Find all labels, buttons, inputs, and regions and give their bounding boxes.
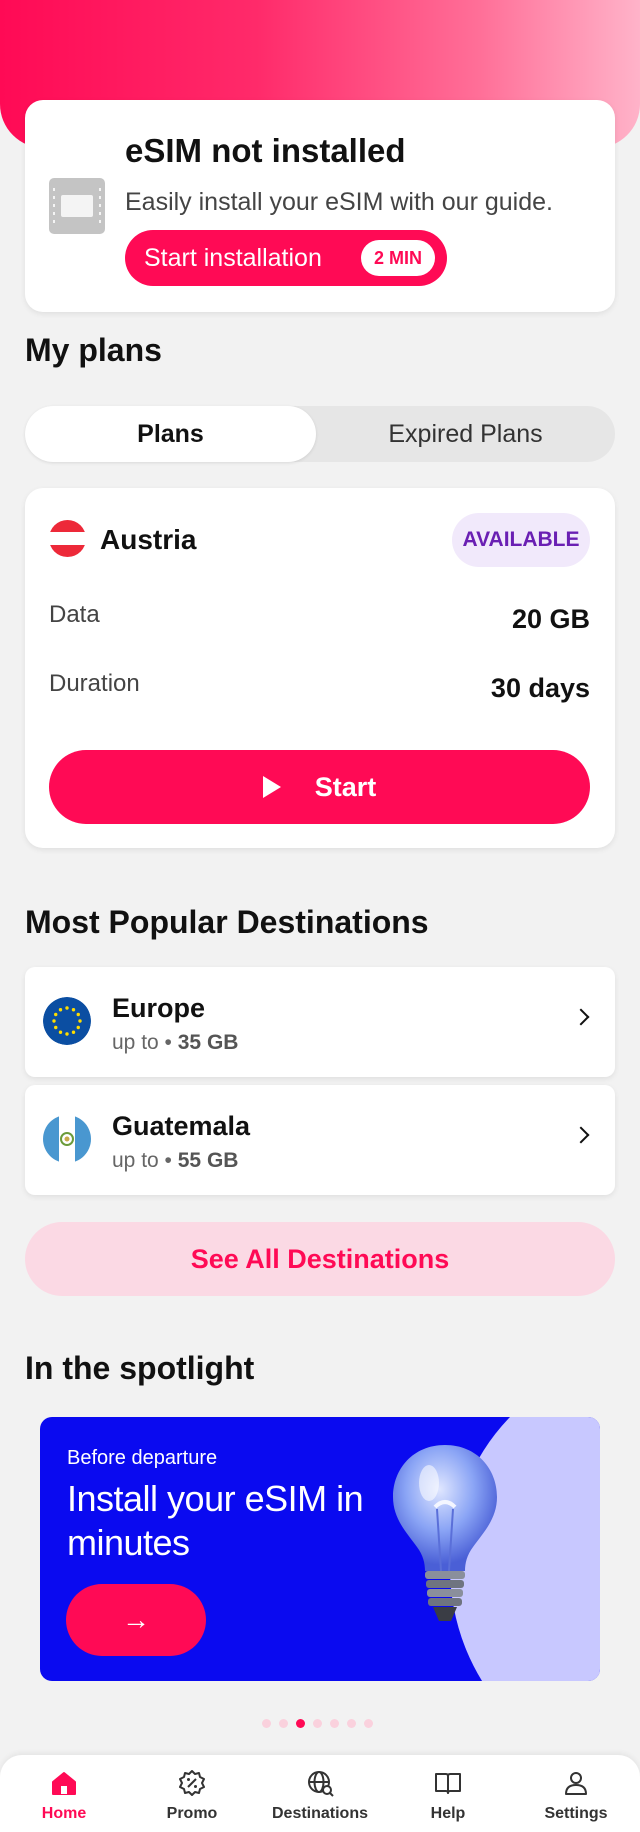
nav-promo[interactable]: Promo <box>128 1755 256 1832</box>
eu-star-icon <box>71 1008 76 1012</box>
destination-name: Guatemala <box>112 1111 251 1141</box>
status-badge: AVAILABLE <box>452 513 590 567</box>
pager-dot[interactable] <box>262 1719 271 1728</box>
destination-data-prefix: up to • <box>112 1149 172 1172</box>
app-screen: eSIM not installed Easily install your e… <box>0 0 640 1832</box>
eu-star-icon <box>54 1025 58 1030</box>
eu-star-icon <box>65 1032 69 1036</box>
spotlight-heading: In the spotlight <box>25 1350 255 1386</box>
sim-card-icon <box>49 178 105 234</box>
eu-star-icon <box>54 1012 58 1017</box>
carousel-pager <box>262 1719 373 1728</box>
guatemala-flag-icon <box>43 1115 91 1163</box>
chevron-right-icon <box>572 1126 590 1144</box>
see-all-destinations-button[interactable]: See All Destinations <box>25 1222 615 1296</box>
destination-data: up to • 55 GB <box>112 1149 238 1173</box>
esim-subtitle: Easily install your eSIM with our guide. <box>125 188 553 216</box>
nav-destinations-label: Destinations <box>271 1805 368 1822</box>
esim-status-card: eSIM not installed Easily install your e… <box>25 100 615 312</box>
destination-item-europe[interactable]: Europe up to • 35 GB <box>25 967 615 1077</box>
start-plan-button[interactable]: Start <box>49 750 590 824</box>
chevron-right-icon <box>572 1008 590 1026</box>
eu-star-icon <box>76 1025 80 1030</box>
banner-arrow-button[interactable]: → <box>66 1584 206 1656</box>
nav-settings-label: Settings <box>544 1805 608 1822</box>
plans-tab-bar: Plans Expired Plans <box>25 406 615 462</box>
lightbulb-icon <box>393 1445 497 1621</box>
eu-flag-icon <box>43 997 91 1045</box>
banner-kicker: Before departure <box>67 1447 218 1469</box>
destination-item-guatemala[interactable]: Guatemala up to • 55 GB <box>25 1085 615 1195</box>
pager-dot[interactable] <box>313 1719 322 1728</box>
pager-dot[interactable] <box>347 1719 356 1728</box>
user-icon <box>565 1772 587 1795</box>
banner-headline: Install your eSIM in minutes <box>67 1478 364 1563</box>
start-installation-label: Start installation <box>144 243 322 272</box>
esim-title: eSIM not installed <box>125 132 406 169</box>
eu-star-icon <box>65 1006 69 1010</box>
destination-data-prefix: up to • <box>112 1031 172 1054</box>
promo-icon <box>179 1770 205 1796</box>
tab-plans[interactable]: Plans <box>25 406 316 462</box>
nav-help[interactable]: Help <box>384 1755 512 1832</box>
pager-dot[interactable] <box>330 1719 339 1728</box>
plan-country: Austria <box>100 524 197 555</box>
pager-dot[interactable] <box>296 1719 305 1728</box>
start-plan-label: Start <box>314 771 377 802</box>
play-icon <box>262 776 281 798</box>
spotlight-banner[interactable]: Before departure Install your eSIM in mi… <box>40 1417 600 1681</box>
start-installation-button[interactable]: Start installation 2 MIN <box>125 230 447 286</box>
data-label: Data <box>49 601 100 628</box>
pager-dot[interactable] <box>364 1719 373 1728</box>
eu-star-icon <box>71 1030 76 1034</box>
home-icon <box>52 1772 76 1795</box>
eu-star-icon <box>52 1019 56 1023</box>
eu-star-icon <box>58 1008 63 1012</box>
arrow-right-icon: → <box>122 1604 150 1635</box>
destination-data-amount: 35 GB <box>177 1031 239 1054</box>
nav-destinations[interactable]: Destinations <box>256 1755 384 1832</box>
book-icon <box>435 1773 461 1794</box>
destination-data-amount: 55 GB <box>177 1149 239 1172</box>
eu-star-icon <box>76 1012 80 1017</box>
nav-home[interactable]: Home <box>0 1755 128 1832</box>
globe-search-icon <box>308 1771 334 1797</box>
pager-dot[interactable] <box>279 1719 288 1728</box>
data-value: 20 GB <box>511 604 590 634</box>
nav-promo-label: Promo <box>166 1805 218 1822</box>
my-plans-heading: My plans <box>25 332 162 368</box>
austria-flag-icon <box>49 520 86 557</box>
eu-star-icon <box>78 1019 82 1023</box>
destination-data: up to • 35 GB <box>112 1031 238 1055</box>
bottom-navigation: Home Promo Destinations Help Settings <box>0 1755 640 1832</box>
nav-settings[interactable]: Settings <box>512 1755 640 1832</box>
duration-badge: 2 MIN <box>360 240 435 276</box>
duration-label: Duration <box>49 670 140 697</box>
nav-home-label: Home <box>41 1805 87 1822</box>
eu-star-icon <box>58 1030 63 1034</box>
destination-name: Europe <box>112 993 206 1023</box>
tab-expired-plans[interactable]: Expired Plans <box>316 406 615 462</box>
plan-card: Austria AVAILABLE Data 20 GB Duration 30… <box>25 488 615 848</box>
duration-value: 30 days <box>490 673 590 703</box>
nav-help-label: Help <box>430 1805 466 1822</box>
popular-destinations-heading: Most Popular Destinations <box>25 904 429 940</box>
